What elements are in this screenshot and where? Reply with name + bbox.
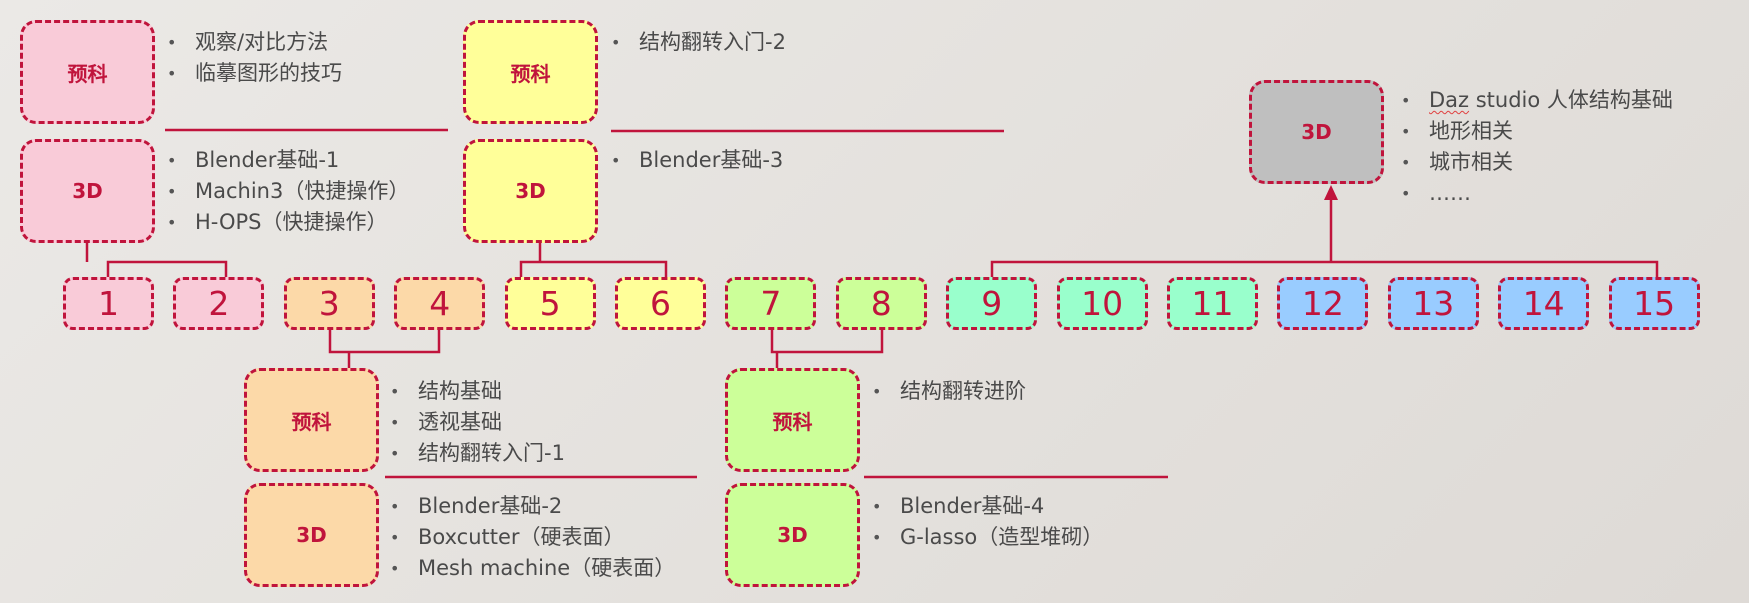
lesson-box-12: 12 bbox=[1277, 277, 1369, 330]
prep-box-2: 预科 bbox=[244, 368, 379, 472]
list-item: 结构翻转入门-2 bbox=[611, 27, 786, 58]
3d-list-4: Blender基础-4 G-lasso（造型堆砌） bbox=[872, 491, 1103, 553]
lesson-box-10: 10 bbox=[1056, 277, 1148, 330]
lesson-number: 6 bbox=[650, 284, 671, 323]
lesson-number: 15 bbox=[1633, 284, 1676, 323]
3d-box-5: 3D bbox=[1249, 80, 1384, 184]
3d-box-3: 3D bbox=[463, 139, 598, 243]
lesson-number: 9 bbox=[981, 284, 1003, 323]
prep-box-3: 预科 bbox=[463, 20, 598, 124]
list-item: 城市相关 bbox=[1401, 147, 1673, 178]
list-item: 观察/对比方法 bbox=[167, 27, 342, 58]
prep-list-3: 结构翻转入门-2 bbox=[611, 27, 786, 58]
list-item: Blender基础-1 bbox=[167, 145, 409, 176]
lesson-number: 1 bbox=[98, 284, 119, 323]
lesson-box-14: 14 bbox=[1498, 277, 1590, 330]
list-item: 结构翻转进阶 bbox=[872, 376, 1026, 407]
list-item: Blender基础-4 bbox=[872, 491, 1103, 522]
lesson-number: 5 bbox=[539, 284, 561, 323]
lesson-number: 10 bbox=[1081, 284, 1124, 323]
box-label: 3D bbox=[777, 523, 808, 547]
box-label: 3D bbox=[515, 179, 546, 203]
lesson-number: 2 bbox=[208, 284, 230, 323]
lesson-number: 3 bbox=[318, 284, 340, 323]
box-label: 预科 bbox=[510, 61, 551, 86]
list-item: 结构基础 bbox=[390, 376, 565, 407]
lesson-number: 4 bbox=[429, 284, 451, 323]
lesson-box-13: 13 bbox=[1387, 277, 1479, 330]
lesson-number: 8 bbox=[870, 284, 892, 323]
lesson-box-8: 8 bbox=[835, 277, 927, 330]
lesson-number: 13 bbox=[1412, 284, 1455, 323]
lesson-box-11: 11 bbox=[1167, 277, 1258, 330]
list-item: Daz studio 人体结构基础 bbox=[1401, 85, 1673, 116]
list-item: Mesh machine（硬表面） bbox=[390, 553, 675, 584]
3d-box-4: 3D bbox=[725, 483, 860, 587]
3d-list-5: Daz studio 人体结构基础 地形相关 城市相关 …… bbox=[1401, 85, 1673, 209]
box-label: 预科 bbox=[772, 409, 813, 434]
list-item: Boxcutter（硬表面） bbox=[390, 522, 675, 553]
lesson-box-1: 1 bbox=[63, 277, 154, 330]
lesson-box-6: 6 bbox=[615, 277, 706, 330]
list-item: Machin3（快捷操作） bbox=[167, 176, 409, 207]
list-item: G-lasso（造型堆砌） bbox=[872, 522, 1103, 553]
3d-list-2: Blender基础-2 Boxcutter（硬表面） Mesh machine（… bbox=[390, 491, 675, 584]
3d-list-1: Blender基础-1 Machin3（快捷操作） H-OPS（快捷操作） bbox=[167, 145, 409, 238]
lesson-box-9: 9 bbox=[946, 277, 1038, 330]
3d-box-1: 3D bbox=[20, 139, 155, 243]
prep-list-1: 观察/对比方法 临摹图形的技巧 bbox=[167, 27, 342, 89]
lesson-number: 12 bbox=[1301, 284, 1344, 323]
list-item: 地形相关 bbox=[1401, 116, 1673, 147]
prep-box-4: 预科 bbox=[725, 368, 860, 472]
prep-list-4: 结构翻转进阶 bbox=[872, 376, 1026, 407]
lesson-box-7: 7 bbox=[725, 277, 817, 330]
lesson-box-15: 15 bbox=[1608, 277, 1700, 330]
list-item: Blender基础-2 bbox=[390, 491, 675, 522]
lesson-box-5: 5 bbox=[504, 277, 596, 330]
box-label: 3D bbox=[296, 523, 327, 547]
prep-list-2: 结构基础 透视基础 结构翻转入门-1 bbox=[390, 376, 565, 469]
list-item: H-OPS（快捷操作） bbox=[167, 207, 409, 238]
lesson-box-3: 3 bbox=[283, 277, 375, 330]
list-item: 结构翻转入门-1 bbox=[390, 438, 565, 469]
list-item: …… bbox=[1401, 178, 1673, 209]
list-item: 临摹图形的技巧 bbox=[167, 58, 342, 89]
lesson-box-4: 4 bbox=[394, 277, 486, 330]
3d-list-3: Blender基础-3 bbox=[611, 145, 783, 176]
3d-box-2: 3D bbox=[244, 483, 379, 587]
lesson-number: 14 bbox=[1522, 284, 1565, 323]
box-label: 预科 bbox=[67, 61, 108, 86]
box-label: 3D bbox=[72, 179, 103, 203]
box-label: 预科 bbox=[291, 409, 332, 434]
list-item: Blender基础-3 bbox=[611, 145, 783, 176]
lesson-box-2: 2 bbox=[173, 277, 265, 330]
prep-box-1: 预科 bbox=[20, 20, 155, 124]
list-item: 透视基础 bbox=[390, 407, 565, 438]
lesson-number: 7 bbox=[760, 284, 782, 323]
box-label: 3D bbox=[1301, 120, 1332, 144]
lesson-number: 11 bbox=[1191, 284, 1234, 323]
